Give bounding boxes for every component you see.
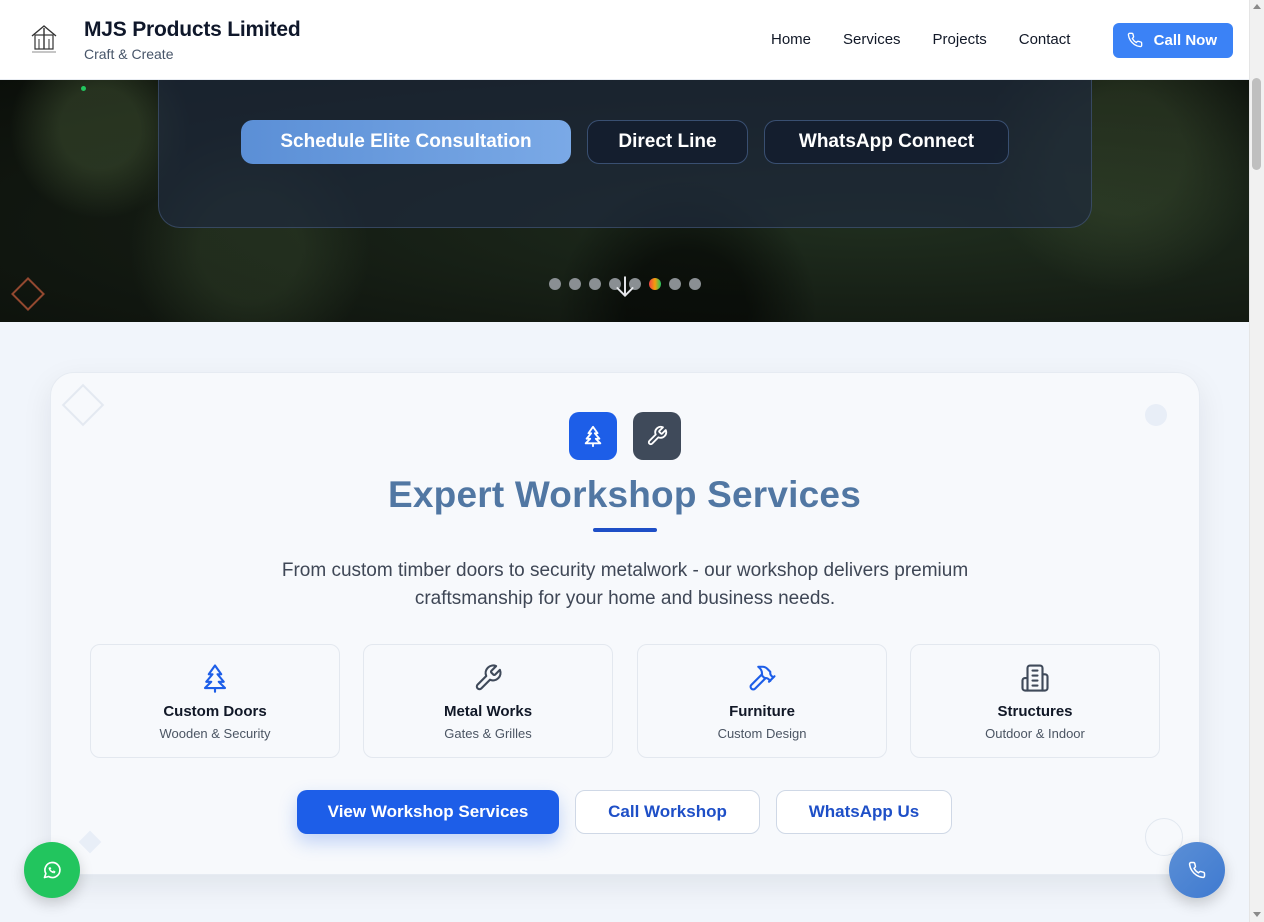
feature-furniture[interactable]: Furniture Custom Design (637, 644, 887, 758)
hero-section: Schedule Elite Consultation Direct Line … (0, 80, 1249, 322)
nav-home[interactable]: Home (771, 31, 811, 48)
site-header: MJS Products Limited Craft & Create Home… (0, 0, 1249, 80)
wrench-icon (647, 425, 668, 446)
view-workshop-services-button[interactable]: View Workshop Services (297, 790, 559, 834)
whatsapp-icon (43, 861, 61, 879)
hero-buttons: Schedule Elite Consultation Direct Line … (241, 120, 1009, 164)
brand[interactable]: MJS Products Limited Craft & Create (84, 18, 301, 62)
feature-title: Metal Works (443, 703, 533, 720)
brand-name: MJS Products Limited (84, 18, 301, 41)
slide-dot-3[interactable] (589, 278, 601, 290)
floating-whatsapp-button[interactable] (24, 842, 80, 898)
scrollbar-thumb[interactable] (1252, 78, 1261, 170)
slide-dot-8[interactable] (689, 278, 701, 290)
wrench-icon-badge (633, 412, 681, 460)
call-now-button[interactable]: Call Now (1113, 23, 1233, 58)
nav-projects[interactable]: Projects (933, 31, 987, 48)
scroll-down-arrow-icon[interactable] (1253, 912, 1261, 917)
title-underline (593, 528, 657, 532)
phone-icon (1127, 32, 1143, 48)
nav-services[interactable]: Services (843, 31, 901, 48)
phone-icon (1188, 861, 1206, 879)
wrench-icon (475, 664, 502, 691)
feature-title: Custom Doors (163, 703, 267, 720)
feature-subtitle: Outdoor & Indoor (985, 726, 1085, 741)
section-description: From custom timber doors to security met… (281, 560, 969, 609)
building-icon (1021, 664, 1049, 692)
company-logo[interactable] (28, 22, 60, 54)
decorative-dot (81, 86, 86, 91)
feature-title: Furniture (729, 703, 795, 720)
whatsapp-us-button[interactable]: WhatsApp Us (776, 790, 952, 834)
scroll-down-icon[interactable] (612, 274, 638, 300)
tree-icon (584, 425, 602, 447)
call-workshop-button[interactable]: Call Workshop (575, 790, 760, 834)
tree-icon-badge (569, 412, 617, 460)
section-title: Expert Workshop Services (388, 474, 861, 515)
whatsapp-connect-button[interactable]: WhatsApp Connect (764, 120, 1009, 164)
main-nav: Home Services Projects Contact (771, 31, 1070, 48)
schedule-consultation-button[interactable]: Schedule Elite Consultation (241, 120, 571, 164)
hammer-icon (749, 665, 776, 691)
slide-dot-2[interactable] (569, 278, 581, 290)
scroll-up-arrow-icon[interactable] (1253, 4, 1261, 9)
brand-tagline: Craft & Create (84, 46, 174, 62)
feature-subtitle: Wooden & Security (159, 726, 271, 741)
feature-subtitle: Custom Design (717, 726, 807, 741)
feature-title: Structures (997, 703, 1073, 720)
slide-dot-7[interactable] (669, 278, 681, 290)
feature-subtitle: Gates & Grilles (444, 726, 532, 741)
slide-dot-1[interactable] (549, 278, 561, 290)
tree-icon (203, 664, 227, 693)
floating-phone-button[interactable] (1169, 842, 1225, 898)
feature-custom-doors[interactable]: Custom Doors Wooden & Security (90, 644, 340, 758)
feature-structures[interactable]: Structures Outdoor & Indoor (910, 644, 1160, 758)
slide-dot-6[interactable] (649, 278, 661, 290)
decorative-circle (1145, 404, 1167, 426)
nav-contact[interactable]: Contact (1019, 31, 1071, 48)
call-now-label: Call Now (1153, 32, 1217, 49)
direct-line-button[interactable]: Direct Line (587, 120, 748, 164)
feature-metal-works[interactable]: Metal Works Gates & Grilles (363, 644, 613, 758)
